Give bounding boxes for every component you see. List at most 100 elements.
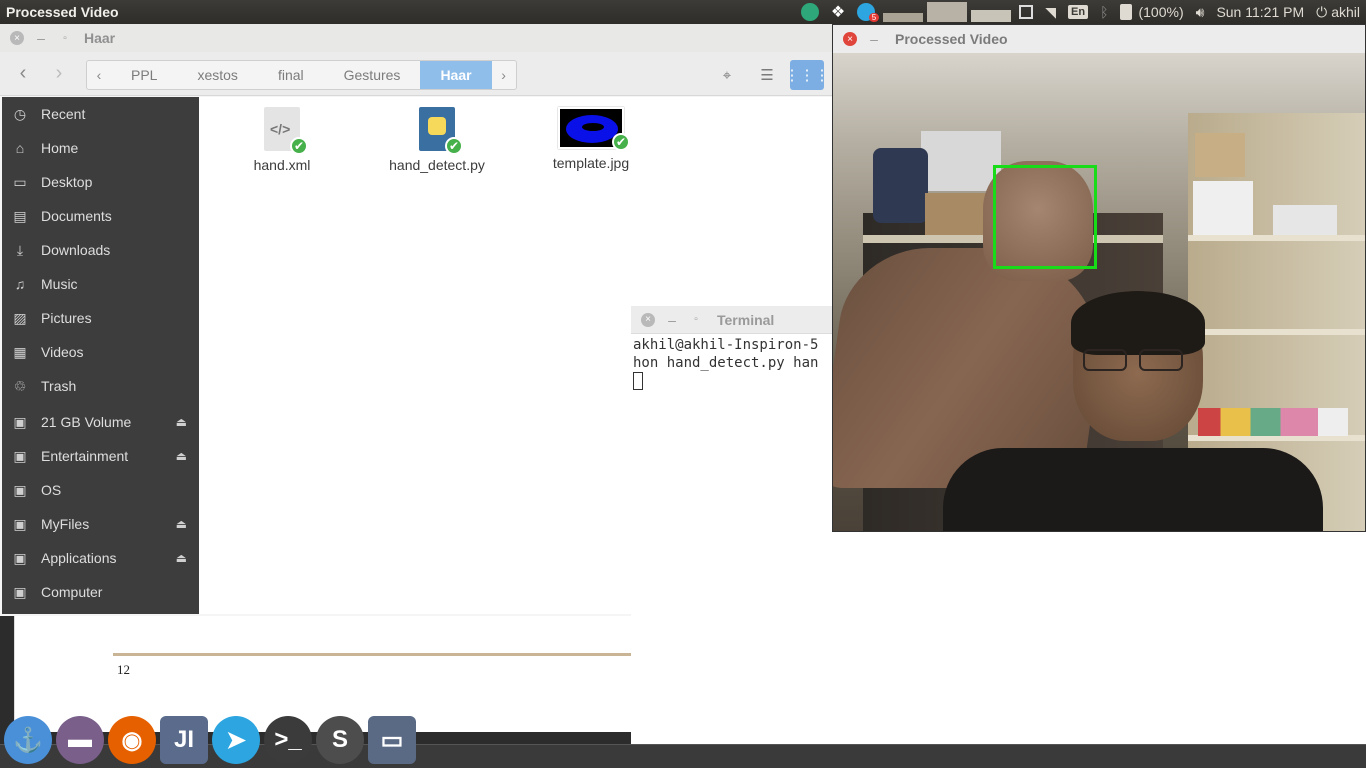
wifi-icon: ◥	[1045, 3, 1056, 20]
keyboard-layout-indicator[interactable]: En	[1062, 0, 1094, 24]
file-name: template.jpg	[552, 155, 630, 171]
shelf-cardboard	[1195, 133, 1245, 177]
breadcrumb-right-arrow[interactable]: ›	[492, 61, 516, 89]
breadcrumb-left-arrow[interactable]: ‹	[87, 61, 111, 89]
crumb-final[interactable]: final	[258, 61, 324, 89]
window-icon[interactable]: ▭	[368, 716, 416, 764]
session-indicator[interactable]: ⏻ akhil	[1310, 0, 1366, 24]
sidebar-item-21-gb-volume[interactable]: ▣ 21 GB Volume ⏏	[2, 405, 199, 439]
battery-indicator[interactable]: (100%)	[1114, 0, 1189, 24]
page-number: 12	[117, 662, 130, 677]
crumb-gestures[interactable]: Gestures	[324, 61, 421, 89]
video-title: Processed Video	[895, 31, 1008, 47]
telegram-badge: 5	[868, 13, 880, 22]
sidebar-item-label: OS	[41, 482, 62, 498]
terminal-maximize-button[interactable]: ▫	[689, 313, 703, 327]
document-icon: ▤	[13, 207, 27, 224]
close-button[interactable]: ×	[10, 31, 24, 45]
file-item-hand-detect-py[interactable]: ✔ hand_detect.py	[372, 107, 502, 173]
shelf-items	[1198, 408, 1348, 436]
drive-icon: ▣	[13, 549, 27, 566]
intellij-icon[interactable]: JI	[160, 716, 208, 764]
crumb-xestos[interactable]: xestos	[177, 61, 257, 89]
shelf-box	[1273, 205, 1337, 235]
back-button[interactable]: ‹	[8, 59, 38, 89]
sidebar-item-entertainment[interactable]: ▣ Entertainment ⏏	[2, 439, 199, 473]
minimize-button[interactable]: –	[34, 30, 48, 46]
clock-icon: ◷	[13, 105, 27, 122]
eject-icon[interactable]: ⏏	[176, 449, 187, 463]
grid-icon: ⋮⋮⋮	[784, 67, 830, 84]
video-minimize-button[interactable]: –	[867, 31, 881, 47]
eject-icon[interactable]: ⏏	[176, 415, 187, 429]
sidebar-item-music[interactable]: ♫ Music	[2, 267, 199, 301]
battery-percent: (100%)	[1138, 4, 1184, 20]
file-name: hand.xml	[253, 157, 311, 173]
firefox-icon[interactable]: ◉	[108, 716, 156, 764]
sidebar-item-videos[interactable]: ▦ Videos	[2, 335, 199, 369]
files-icon[interactable]: ▬	[56, 716, 104, 764]
drive-icon: ▣	[13, 413, 27, 430]
list-view-button[interactable]: ☰	[750, 60, 784, 90]
sidebar-item-downloads[interactable]: ⤓ Downloads	[2, 233, 199, 267]
eject-icon[interactable]: ⏏	[176, 551, 187, 565]
grid-view-button[interactable]: ⋮⋮⋮	[785, 60, 830, 90]
system-monitor-net[interactable]	[971, 2, 1012, 22]
sidebar-item-label: Downloads	[41, 242, 111, 258]
system-monitor-mem[interactable]	[927, 2, 968, 22]
location-button[interactable]: ⌖	[710, 60, 744, 90]
glasses-right	[1139, 349, 1183, 371]
sublime-icon[interactable]: S	[316, 716, 364, 764]
sidebar-item-computer[interactable]: ▣ Computer	[2, 575, 199, 609]
video-close-button[interactable]: ×	[843, 32, 857, 46]
terminal-output[interactable]: akhil@akhil-Inspiron-5 hon hand_detect.py…	[631, 334, 831, 392]
sidebar-item-documents[interactable]: ▤ Documents	[2, 199, 199, 233]
terminal-line: akhil@akhil-Inspiron-5	[633, 337, 819, 353]
file-item-hand-xml[interactable]: </> ✔ hand.xml	[217, 107, 347, 173]
sidebar-item-home[interactable]: ⌂ Home	[2, 131, 199, 165]
system-monitor-cpu[interactable]	[883, 2, 924, 22]
forward-button[interactable]: ›	[44, 59, 74, 89]
crumb-haar[interactable]: Haar	[420, 61, 492, 89]
shelf-box	[1193, 181, 1253, 235]
home-icon: ⌂	[15, 140, 25, 156]
chip-icon	[1019, 5, 1034, 19]
terminal-line: hon hand_detect.py han	[633, 355, 819, 371]
chip-indicator[interactable]	[1013, 0, 1039, 24]
top-panel: Processed Video ❖ 5 ◥ En ᛒ (100%) 🔊︎ Sun…	[0, 0, 1366, 24]
dollar-icon	[800, 3, 819, 21]
files-titlebar[interactable]: × – ▫ Haar	[0, 24, 832, 52]
drive-icon: ▣	[13, 447, 27, 464]
terminal-cursor	[633, 372, 643, 390]
video-titlebar[interactable]: × – Processed Video	[833, 25, 1365, 53]
sidebar-item-myfiles[interactable]: ▣ MyFiles ⏏	[2, 507, 199, 541]
drive-icon: ▣	[13, 515, 27, 532]
clock[interactable]: Sun 11:21 PM	[1210, 0, 1310, 24]
telegram-indicator[interactable]: 5	[851, 0, 881, 24]
terminal-icon[interactable]: >_	[264, 716, 312, 764]
sidebar-item-os[interactable]: ▣ OS	[2, 473, 199, 507]
sidebar-item-applications[interactable]: ▣ Applications ⏏	[2, 541, 199, 575]
volume-indicator[interactable]: 🔊︎	[1190, 0, 1211, 24]
trash-icon: ♲	[13, 377, 27, 394]
sidebar-item-desktop[interactable]: ▭ Desktop	[2, 165, 199, 199]
terminal-close-button[interactable]: ×	[641, 312, 655, 327]
dropbox-icon: ❖	[830, 4, 846, 21]
sidebar-item-pictures[interactable]: ▨ Pictures	[2, 301, 199, 335]
list-icon: ☰	[760, 67, 774, 84]
maximize-button[interactable]: ▫	[58, 31, 72, 45]
telegram-icon[interactable]: ➤	[212, 716, 260, 764]
dropbox-indicator[interactable]: ❖	[825, 0, 851, 24]
bluetooth-indicator[interactable]: ᛒ	[1094, 0, 1114, 24]
anchor-icon[interactable]: ⚓	[4, 716, 52, 764]
dollar-indicator[interactable]	[795, 0, 825, 24]
sidebar-item-recent[interactable]: ◷ Recent	[2, 97, 199, 131]
webcam-frame	[833, 53, 1365, 531]
python-file-icon: ✔	[419, 107, 463, 155]
eject-icon[interactable]: ⏏	[176, 517, 187, 531]
sidebar-item-trash[interactable]: ♲ Trash	[2, 369, 199, 403]
file-item-template-jpg[interactable]: ✔ template.jpg	[526, 107, 656, 171]
terminal-minimize-button[interactable]: –	[665, 312, 679, 328]
crumb-ppl[interactable]: PPL	[111, 61, 177, 89]
wifi-indicator[interactable]: ◥	[1039, 0, 1062, 24]
